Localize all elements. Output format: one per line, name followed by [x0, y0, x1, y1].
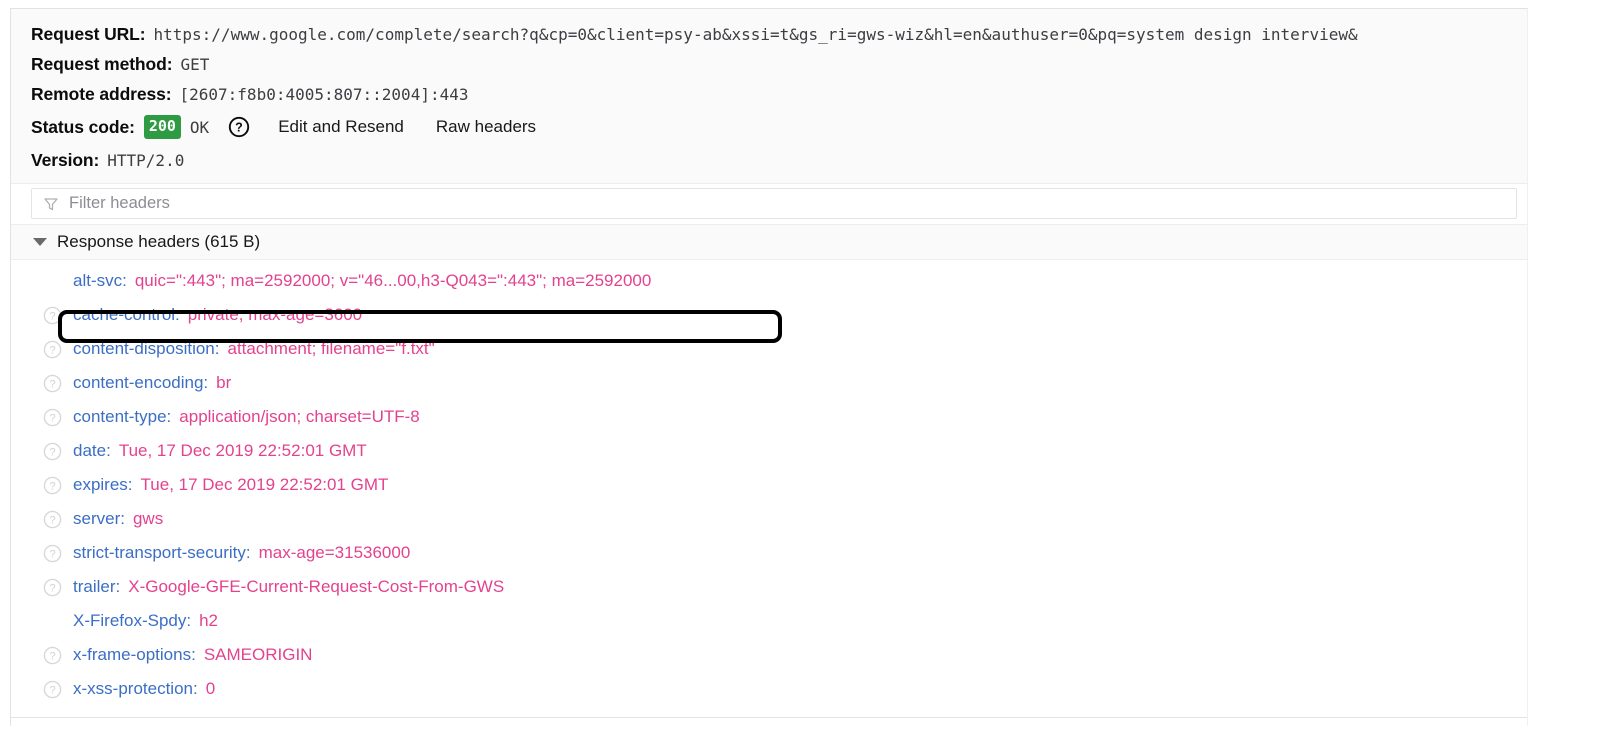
request-summary: Request URL: https://www.google.com/comp… — [11, 9, 1527, 184]
header-value: private, max-age=3600 — [188, 305, 362, 325]
header-row[interactable]: ? x-xss-protection: 0 — [11, 672, 1527, 706]
header-name: date: — [73, 441, 111, 461]
header-row[interactable]: ? strict-transport-security: max-age=31536… — [11, 536, 1527, 570]
network-headers-panel: Request URL: https://www.google.com/comp… — [10, 8, 1528, 726]
request-url-label: Request URL: — [31, 24, 146, 45]
header-name: content-encoding: — [73, 373, 208, 393]
header-name: strict-transport-security: — [73, 543, 251, 563]
remote-address-label: Remote address: — [31, 84, 172, 105]
header-name: X-Firefox-Spdy: — [73, 611, 191, 631]
summary-row-request-url: Request URL: https://www.google.com/comp… — [11, 19, 1527, 49]
version-value: HTTP/2.0 — [107, 151, 184, 170]
question-circle-icon[interactable]: ? — [43, 374, 62, 393]
header-row[interactable]: ? expires: Tue, 17 Dec 2019 22:52:01 GMT — [11, 468, 1527, 502]
header-row[interactable]: ? content-type: application/json; charset=… — [11, 400, 1527, 434]
header-name: content-type: — [73, 407, 171, 427]
header-value: Tue, 17 Dec 2019 22:52:01 GMT — [119, 441, 367, 461]
header-name: expires: — [73, 475, 133, 495]
header-row[interactable]: ? x-frame-options: SAMEORIGIN — [11, 638, 1527, 672]
header-row[interactable]: ? date: Tue, 17 Dec 2019 22:52:01 GMT — [11, 434, 1527, 468]
svg-text:?: ? — [49, 378, 55, 390]
version-label: Version: — [31, 150, 99, 171]
svg-text:?: ? — [49, 650, 55, 662]
funnel-icon — [43, 196, 59, 212]
svg-text:?: ? — [49, 412, 55, 424]
header-row[interactable]: ? cache-control: private, max-age=3600 — [11, 298, 1527, 332]
question-circle-icon[interactable]: ? — [43, 476, 62, 495]
header-row[interactable]: ?alt-svc:quic=":443"; ma=2592000; v="46.… — [11, 264, 1527, 298]
header-value: X-Google-GFE-Current-Request-Cost-From-G… — [128, 577, 504, 597]
header-row[interactable]: ? server: gws — [11, 502, 1527, 536]
question-circle-icon[interactable]: ? — [43, 442, 62, 461]
svg-text:?: ? — [49, 310, 55, 322]
filter-headers-input[interactable]: Filter headers — [31, 188, 1517, 219]
question-circle-icon[interactable]: ? — [43, 646, 62, 665]
summary-row-status-code: Status code: 200 OK ? Edit and Resend Ra… — [11, 109, 1527, 145]
status-badge: 200 — [144, 115, 181, 139]
summary-row-version: Version: HTTP/2.0 — [11, 145, 1527, 175]
header-value: application/json; charset=UTF-8 — [179, 407, 419, 427]
header-value: h2 — [199, 611, 218, 631]
triangle-down-icon — [33, 238, 47, 246]
status-text: OK — [190, 118, 209, 137]
svg-text:?: ? — [49, 582, 55, 594]
header-row[interactable]: ?X-Firefox-Spdy:h2 — [11, 604, 1527, 638]
filter-bar: Filter headers — [11, 184, 1527, 225]
header-name: x-frame-options: — [73, 645, 196, 665]
svg-text:?: ? — [49, 548, 55, 560]
header-name: x-xss-protection: — [73, 679, 198, 699]
remote-address-value: [2607:f8b0:4005:807::2004]:443 — [180, 85, 469, 104]
question-circle-icon[interactable]: ? — [228, 116, 250, 138]
header-name: server: — [73, 509, 125, 529]
question-circle-icon[interactable]: ? — [43, 680, 62, 699]
header-value: attachment; filename="f.txt" — [227, 339, 434, 359]
svg-text:?: ? — [49, 446, 55, 458]
header-value: quic=":443"; ma=2592000; v="46...00,h3-Q… — [135, 271, 651, 291]
header-name: cache-control: — [73, 305, 180, 325]
header-value: 0 — [206, 679, 215, 699]
request-method-label: Request method: — [31, 54, 172, 75]
header-value: max-age=31536000 — [259, 543, 411, 563]
question-circle-icon[interactable]: ? — [43, 340, 62, 359]
svg-text:?: ? — [49, 480, 55, 492]
header-name: alt-svc: — [73, 271, 127, 291]
response-headers-list: ? alt-svc: quic=":443"; ma=2592000; v="46.… — [11, 260, 1527, 706]
svg-text:?: ? — [49, 344, 55, 356]
request-url-value[interactable]: https://www.google.com/complete/search?q… — [154, 25, 1358, 44]
response-headers-section-title: Response headers (615 B) — [57, 232, 260, 252]
summary-row-remote-address: Remote address: [2607:f8b0:4005:807::200… — [11, 79, 1527, 109]
panel-bottom-divider — [11, 717, 1528, 718]
header-value: gws — [133, 509, 163, 529]
question-circle-icon[interactable]: ? — [43, 544, 62, 563]
raw-headers-button[interactable]: Raw headers — [436, 117, 536, 137]
header-row[interactable]: ? content-disposition: attachment; filenam… — [11, 332, 1527, 366]
question-circle-icon[interactable]: ? — [43, 578, 62, 597]
question-circle-icon[interactable]: ? — [43, 408, 62, 427]
edit-and-resend-button[interactable]: Edit and Resend — [278, 117, 404, 137]
question-circle-icon[interactable]: ? — [43, 306, 62, 325]
question-circle-icon[interactable]: ? — [43, 510, 62, 529]
response-headers-section-toggle[interactable]: Response headers (615 B) — [11, 225, 1527, 260]
svg-text:?: ? — [235, 121, 243, 135]
header-row[interactable]: ? content-encoding: br — [11, 366, 1527, 400]
header-value: SAMEORIGIN — [204, 645, 313, 665]
summary-row-request-method: Request method: GET — [11, 49, 1527, 79]
svg-text:?: ? — [49, 684, 55, 696]
header-name: trailer: — [73, 577, 120, 597]
request-method-value: GET — [180, 55, 209, 74]
header-value: br — [216, 373, 231, 393]
status-code-label: Status code: — [31, 117, 135, 138]
filter-headers-placeholder: Filter headers — [69, 194, 170, 213]
header-value: Tue, 17 Dec 2019 22:52:01 GMT — [141, 475, 389, 495]
header-row[interactable]: ? trailer: X-Google-GFE-Current-Request-Co… — [11, 570, 1527, 604]
svg-text:?: ? — [49, 514, 55, 526]
header-name: content-disposition: — [73, 339, 219, 359]
